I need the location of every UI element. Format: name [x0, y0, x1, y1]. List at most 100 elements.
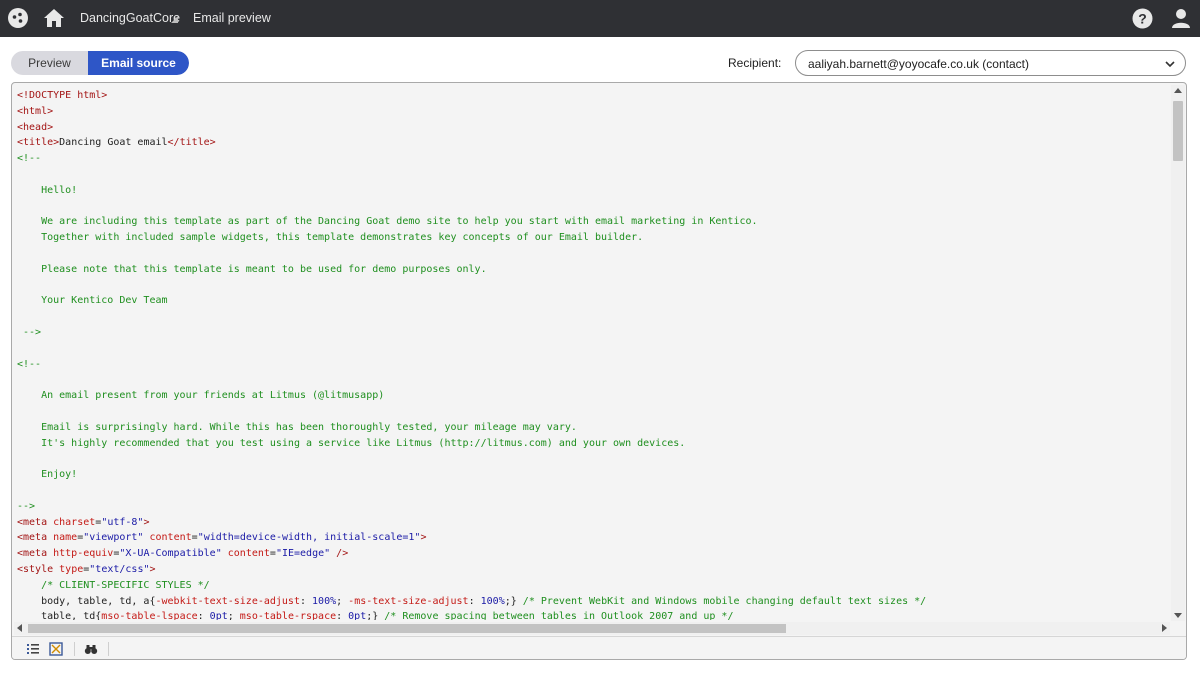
app-logo-icon[interactable]	[7, 7, 29, 29]
code-token: table, td{	[17, 611, 102, 620]
email-source-tab[interactable]: Email source	[88, 51, 189, 75]
code-line: <meta charset="utf-8">	[17, 515, 1167, 531]
code-line: <meta http-equiv="X-UA-Compatible" conte…	[17, 546, 1167, 562]
code-token: ;}	[366, 611, 385, 620]
home-icon[interactable]	[43, 7, 65, 29]
code-token: -ms-text-size-adjust	[348, 595, 469, 607]
scroll-left-icon[interactable]	[17, 624, 22, 632]
code-token: It's highly recommended that you test us…	[17, 437, 686, 449]
code-line: <!--	[17, 151, 1167, 167]
code-token: <head>	[17, 121, 54, 133]
code-token: 0pt	[348, 611, 367, 620]
code-token: 0pt	[209, 611, 228, 620]
code-line: table, td{mso-table-lspace: 0pt; mso-tab…	[17, 609, 1167, 620]
code-area[interactable]: <!DOCTYPE html> <html> <head> <title>Dancin…	[17, 88, 1167, 620]
code-line: <!--	[17, 357, 1167, 373]
code-line: Enjoy!	[17, 467, 1167, 483]
scroll-down-icon[interactable]	[1174, 613, 1182, 618]
code-line: We are including this template as part o…	[17, 214, 1167, 230]
toolbar-separator	[74, 642, 75, 656]
code-token: >	[420, 532, 427, 544]
search-binoculars-icon[interactable]	[84, 642, 98, 656]
horizontal-scroll-thumb[interactable]	[28, 624, 786, 633]
code-token: "width=device-width, initial-scale=1"	[197, 532, 421, 544]
scroll-up-icon[interactable]	[1174, 88, 1182, 93]
code-token: "X-UA-Compatible"	[119, 548, 222, 560]
code-token: "utf-8"	[101, 516, 144, 528]
code-token: Email is surprisingly hard. While this h…	[17, 421, 577, 433]
svg-text:?: ?	[1138, 11, 1147, 27]
recipient-label: Recipient:	[728, 56, 782, 70]
code-token: Please note that this template is meant …	[17, 263, 487, 275]
code-token: "viewport"	[83, 532, 144, 544]
code-token: charset	[53, 516, 96, 528]
recipient-value: aaliyah.barnett@yoyocafe.co.uk (contact)	[808, 57, 1029, 71]
code-line: /* CLIENT-SPECIFIC STYLES */	[17, 578, 1167, 594]
code-token: mso-table-lspace	[101, 611, 198, 620]
code-line: An email present from your friends at Li…	[17, 388, 1167, 404]
code-token: http-equiv	[53, 548, 114, 560]
fullscreen-icon[interactable]	[49, 642, 63, 656]
scroll-right-icon[interactable]	[1162, 624, 1167, 632]
code-token: <style	[17, 563, 60, 575]
site-caret-icon[interactable]	[171, 16, 178, 23]
code-token: </title>	[167, 137, 216, 149]
toolbar-separator	[108, 642, 109, 656]
chevron-down-icon	[1165, 61, 1175, 68]
code-token: /* CLIENT-SPECIFIC STYLES */	[17, 579, 210, 591]
code-token: :	[468, 595, 481, 607]
code-token: ;	[336, 595, 349, 607]
code-token: Enjoy!	[17, 469, 78, 481]
code-token: <title>	[17, 137, 60, 149]
user-icon[interactable]	[1170, 7, 1192, 29]
code-token: Together with included sample widgets, t…	[17, 232, 644, 244]
help-icon[interactable]: ?	[1132, 8, 1153, 29]
code-token: -->	[17, 500, 36, 512]
code-line: <meta name="viewport" content="width=dev…	[17, 530, 1167, 546]
code-token: <meta	[17, 548, 54, 560]
code-token: mso-table-rspace	[239, 611, 337, 620]
code-token: /* Prevent WebKit and Windows mobile cha…	[522, 595, 927, 607]
code-token: name	[53, 532, 78, 544]
code-token: <meta	[17, 516, 54, 528]
code-token: Hello!	[17, 184, 78, 196]
top-bar: DancingGoatCore Email preview ?	[0, 0, 1200, 37]
preview-tab[interactable]: Preview	[11, 51, 88, 75]
code-token: We are including this template as part o…	[17, 216, 758, 228]
code-token: :	[299, 595, 313, 607]
vertical-scrollbar[interactable]	[1171, 85, 1185, 621]
code-line: <html>	[17, 104, 1167, 120]
code-token: body, table, td, a{	[17, 595, 156, 607]
code-line: Hello!	[17, 183, 1167, 199]
code-line: -->	[17, 325, 1167, 341]
source-editor[interactable]: <!DOCTYPE html> <html> <head> <title>Dancin…	[11, 82, 1187, 660]
code-token: type	[59, 563, 84, 575]
code-token: Dancing Goat email	[59, 137, 168, 149]
code-line: body, table, td, a{-webkit-text-size-adj…	[17, 594, 1167, 610]
code-token: Your Kentico Dev Team	[17, 295, 168, 307]
editor-toolbar	[12, 636, 1186, 659]
vertical-scroll-thumb[interactable]	[1173, 101, 1183, 161]
code-token: /* Remove spacing between tables in Outl…	[384, 611, 734, 620]
site-selector[interactable]: DancingGoatCore	[80, 11, 180, 25]
code-line: It's highly recommended that you test us…	[17, 436, 1167, 452]
code-line: Please note that this template is meant …	[17, 262, 1167, 278]
code-line: Email is surprisingly hard. While this h…	[17, 420, 1167, 436]
recipient-select[interactable]: aaliyah.barnett@yoyocafe.co.uk (contact)	[795, 50, 1186, 76]
line-numbers-icon[interactable]	[26, 642, 40, 656]
code-token: -webkit-text-size-adjust	[155, 595, 300, 607]
code-token: 100%	[480, 595, 505, 607]
code-token: <html>	[17, 105, 54, 117]
code-token: <!--	[17, 153, 42, 165]
horizontal-scrollbar[interactable]	[14, 622, 1170, 635]
code-token: >	[143, 516, 150, 528]
view-toggle: Preview Email source	[11, 51, 189, 75]
code-line: -->	[17, 499, 1167, 515]
code-token: content	[227, 548, 270, 560]
